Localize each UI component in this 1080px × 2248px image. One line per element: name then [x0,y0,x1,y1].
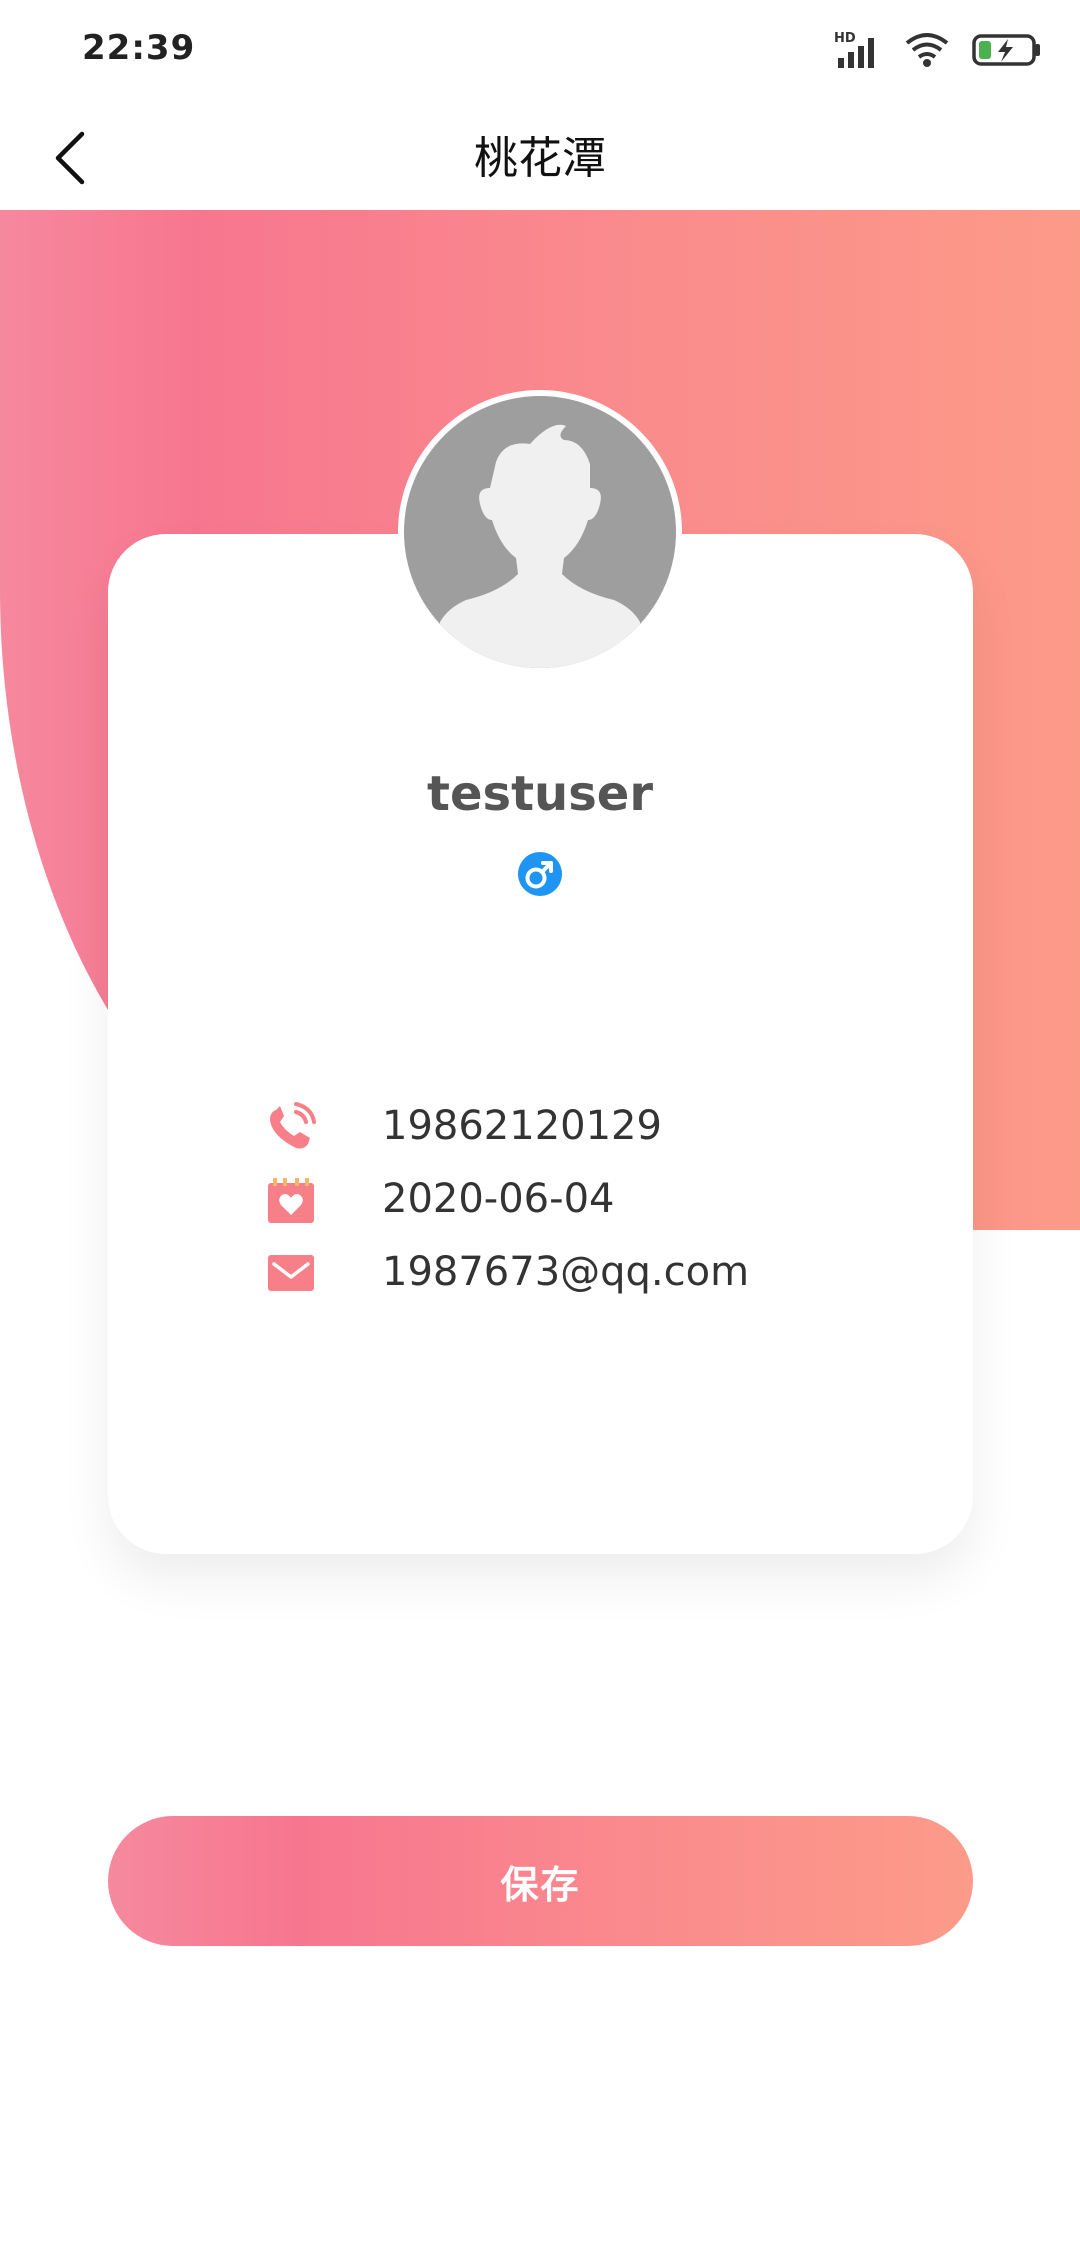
save-button[interactable]: 保存 [108,1816,973,1946]
gender-badge [518,852,562,896]
network-badge: HD [834,31,856,46]
nav-bar: 桃花潭 [0,100,1080,210]
avatar[interactable] [398,390,682,674]
email-row: 1987673@qq.com [266,1245,749,1301]
male-icon [525,861,553,889]
mail-icon [266,1248,316,1298]
birthday-row: 2020-06-04 [266,1172,614,1228]
status-bar: 22:39 HD [0,0,1080,100]
status-icons: HD [834,30,1042,70]
signal-icon: HD [834,31,874,68]
avatar-image [404,396,676,668]
phone-value: 19862120129 [382,1103,662,1149]
save-button-label: 保存 [500,1862,581,1907]
email-value: 1987673@qq.com [382,1249,750,1295]
default-avatar-icon [436,424,644,668]
calendar-heart-icon [266,1175,316,1225]
profile-card [108,534,973,1554]
phone-icon [266,1102,316,1152]
birthday-value: 2020-06-04 [382,1176,615,1222]
wifi-icon [905,33,949,67]
page-title: 桃花潭 [474,133,606,184]
status-time: 22:39 [82,28,196,68]
username: testuser [427,766,653,822]
battery-icon [972,34,1040,66]
phone-row: 19862120129 [266,1099,662,1155]
